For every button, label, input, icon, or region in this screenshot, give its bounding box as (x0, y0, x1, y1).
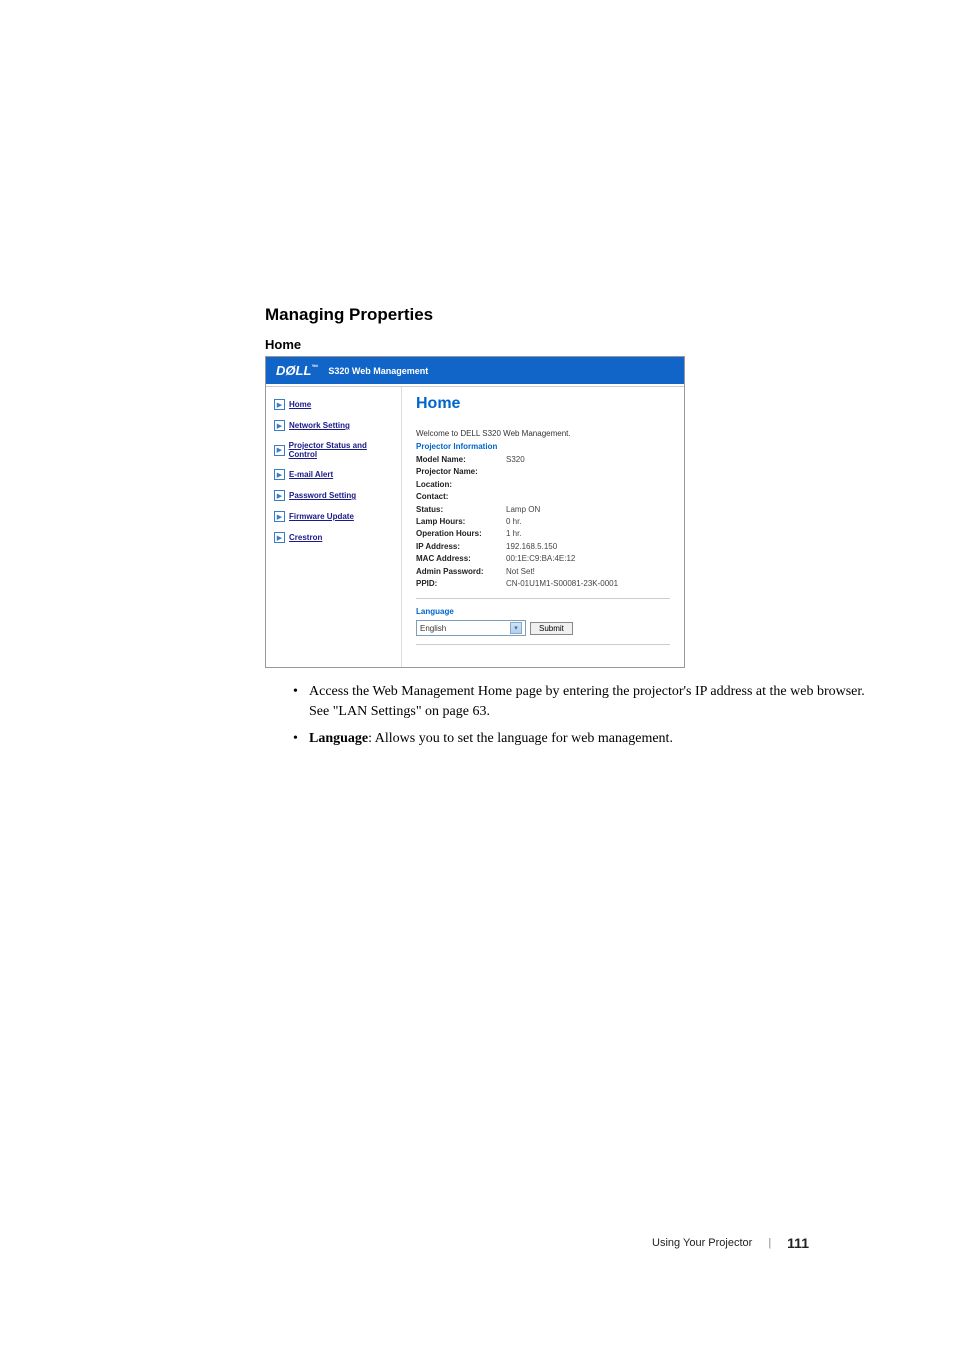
info-row-ppid: PPID: CN-01U1M1-S00081-23K-0001 (416, 578, 670, 590)
info-row-status: Status: Lamp ON (416, 504, 670, 516)
info-value (506, 491, 670, 503)
sidebar-item-home[interactable]: ▶ Home (274, 399, 393, 410)
dell-logo: DØLL™ (276, 363, 318, 378)
info-row-ip: IP Address: 192.168.5.150 (416, 541, 670, 553)
main-panel: Home Welcome to DELL S320 Web Management… (401, 387, 684, 667)
info-label: Location: (416, 479, 506, 491)
info-value (506, 466, 670, 478)
info-row-mac: MAC Address: 00:1E:C9:BA:4E:12 (416, 553, 670, 565)
info-row-admin-password: Admin Password: Not Set! (416, 566, 670, 578)
info-row-operation-hours: Operation Hours: 1 hr. (416, 528, 670, 540)
info-label: Admin Password: (416, 566, 506, 578)
language-heading: Language (416, 607, 670, 616)
sidebar-label: Password Setting (289, 491, 356, 500)
info-value: S320 (506, 454, 670, 466)
subsection-heading: Home (265, 337, 874, 352)
language-value: English (420, 624, 446, 633)
info-label: Lamp Hours: (416, 516, 506, 528)
info-value: Not Set! (506, 566, 670, 578)
bullet-marker: • (293, 729, 309, 749)
sidebar-label: Projector Status and Control (289, 441, 393, 459)
arrow-icon: ▶ (274, 490, 285, 501)
arrow-icon: ▶ (274, 399, 285, 410)
info-value: 0 hr. (506, 516, 670, 528)
page-number: 111 (787, 1235, 809, 1251)
sidebar-item-password[interactable]: ▶ Password Setting (274, 490, 393, 501)
section-heading: Managing Properties (265, 305, 874, 325)
footer-section: Using Your Projector (652, 1237, 752, 1249)
info-label: IP Address: (416, 541, 506, 553)
bullet-item: • Language: Allows you to set the langua… (293, 729, 874, 749)
submit-button[interactable]: Submit (530, 622, 573, 635)
panel-title: Home (416, 395, 670, 413)
sidebar-label: Firmware Update (289, 512, 354, 521)
bullet-marker: • (293, 682, 309, 721)
sidebar-label: Network Setting (289, 421, 350, 430)
sidebar-item-firmware[interactable]: ▶ Firmware Update (274, 511, 393, 522)
arrow-icon: ▶ (274, 511, 285, 522)
info-value: 1 hr. (506, 528, 670, 540)
header-title: S320 Web Management (328, 366, 428, 376)
info-row-projector-name: Projector Name: (416, 466, 670, 478)
bullet-text: Access the Web Management Home page by e… (309, 682, 874, 721)
info-heading: Projector Information (416, 442, 670, 451)
info-label: PPID: (416, 578, 506, 590)
welcome-text: Welcome to DELL S320 Web Management. (416, 429, 670, 438)
screenshot-container: DØLL™ S320 Web Management ▶ Home ▶ Netwo… (265, 356, 685, 668)
sidebar: ▶ Home ▶ Network Setting ▶ Projector Sta… (266, 387, 401, 667)
info-label: Model Name: (416, 454, 506, 466)
footer-divider: | (768, 1237, 771, 1249)
info-label: Contact: (416, 491, 506, 503)
info-value: CN-01U1M1-S00081-23K-0001 (506, 578, 670, 590)
screenshot-header: DØLL™ S320 Web Management (266, 357, 684, 386)
arrow-icon: ▶ (274, 420, 285, 431)
info-value (506, 479, 670, 491)
sidebar-item-email[interactable]: ▶ E-mail Alert (274, 469, 393, 480)
arrow-icon: ▶ (274, 445, 285, 456)
info-label: MAC Address: (416, 553, 506, 565)
info-label: Status: (416, 504, 506, 516)
sidebar-label: Home (289, 400, 311, 409)
info-row-model: Model Name: S320 (416, 454, 670, 466)
sidebar-label: Crestron (289, 533, 322, 542)
info-label: Projector Name: (416, 466, 506, 478)
info-row-contact: Contact: (416, 491, 670, 503)
info-label: Operation Hours: (416, 528, 506, 540)
page-footer: Using Your Projector | 111 (652, 1235, 809, 1251)
language-select[interactable]: English ▾ (416, 620, 526, 636)
arrow-icon: ▶ (274, 532, 285, 543)
info-row-location: Location: (416, 479, 670, 491)
sidebar-item-status[interactable]: ▶ Projector Status and Control (274, 441, 393, 459)
sidebar-label: E-mail Alert (289, 470, 333, 479)
sidebar-item-crestron[interactable]: ▶ Crestron (274, 532, 393, 543)
bullet-item: • Access the Web Management Home page by… (293, 682, 874, 721)
divider (416, 598, 670, 599)
info-value: 192.168.5.150 (506, 541, 670, 553)
bullet-text: Language: Allows you to set the language… (309, 729, 874, 749)
bullet-list: • Access the Web Management Home page by… (265, 682, 874, 749)
arrow-icon: ▶ (274, 469, 285, 480)
info-value: 00:1E:C9:BA:4E:12 (506, 553, 670, 565)
divider (416, 644, 670, 645)
chevron-down-icon: ▾ (510, 622, 522, 634)
info-row-lamp-hours: Lamp Hours: 0 hr. (416, 516, 670, 528)
sidebar-item-network[interactable]: ▶ Network Setting (274, 420, 393, 431)
info-value: Lamp ON (506, 504, 670, 516)
